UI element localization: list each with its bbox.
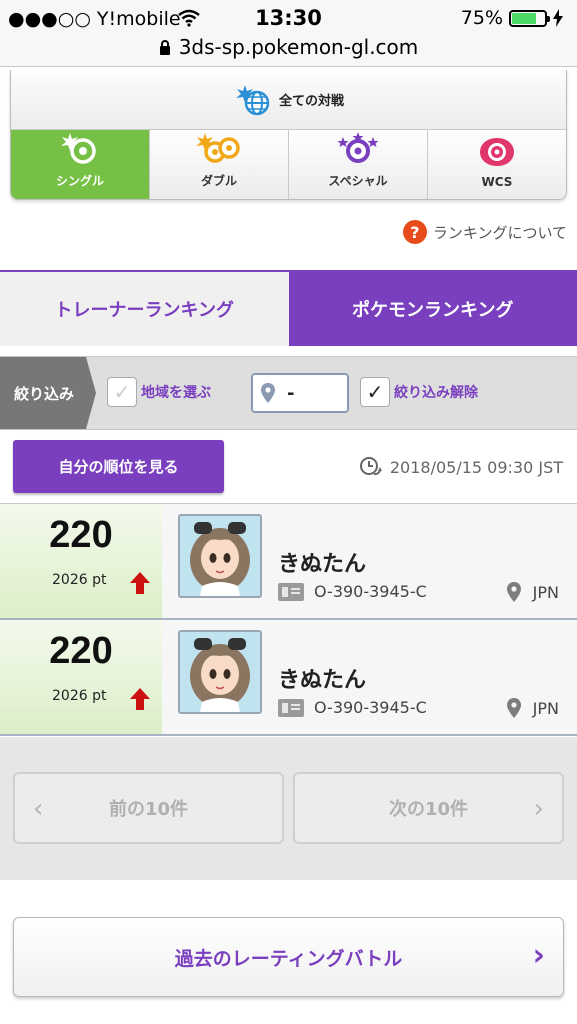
location-pin-icon (506, 582, 521, 602)
country-code: JPN (532, 698, 559, 718)
id-card-icon (278, 698, 304, 717)
tab-wcs-label: WCS (481, 175, 513, 189)
rank-up-arrow-icon (130, 688, 150, 710)
rank-cell: 220 2026 pt (0, 620, 162, 734)
tab-single[interactable]: シングル (11, 130, 150, 199)
trainer-id: O-390-3945-C (278, 582, 427, 601)
rank-number: 220 (49, 630, 113, 672)
url-text: 3ds-sp.pokemon-gl.com (178, 35, 419, 59)
chevron-right-icon: › (533, 794, 544, 824)
updated-timestamp: 2018/05/15 09:30 JST (358, 455, 563, 479)
ranking-tabs: トレーナーランキング ポケモンランキング (0, 270, 577, 346)
chevron-left-icon: ‹ (33, 794, 44, 824)
tab-special[interactable]: スペシャル (289, 130, 428, 199)
clear-filter-checkbox[interactable]: ✓ (360, 377, 390, 407)
special-battle-icon (337, 132, 379, 163)
view-own-rank-button[interactable]: 自分の順位を見る (13, 440, 224, 493)
ranking-row[interactable]: 220 2026 pt きぬたん O-390-3945-C JPN (0, 504, 577, 620)
battery-status: 75% (461, 7, 563, 29)
single-battle-icon (61, 133, 96, 164)
tab-double-label: ダブル (200, 174, 237, 188)
clear-filter-label[interactable]: 絞り込み解除 (394, 382, 478, 402)
tab-wcs[interactable]: WCS (428, 130, 566, 199)
location-pin-icon (261, 383, 275, 403)
rank-cell: 220 2026 pt (0, 504, 162, 618)
filter-label: 絞り込み (0, 357, 96, 429)
pagination: ‹ 前の10件 次の10件 › (0, 737, 577, 880)
id-card-icon (278, 582, 304, 601)
trainer-cell: きぬたん O-390-3945-C JPN (162, 620, 577, 734)
battery-percent: 75% (460, 7, 503, 29)
ranking-row[interactable]: 220 2026 pt きぬたん O-390-3945-C JPN (0, 620, 577, 736)
wcs-battle-icon (480, 138, 514, 166)
about-ranking-link[interactable]: ? ランキングについて (402, 220, 567, 244)
updated-time-label: 2018/05/15 09:30 JST (389, 457, 563, 477)
question-icon: ? (402, 220, 427, 244)
rank-points: 2026 pt (52, 572, 107, 588)
trainer-cell: きぬたん O-390-3945-C JPN (162, 504, 577, 618)
trainer-name: きぬたん (278, 668, 367, 693)
trainer-avatar (178, 630, 262, 714)
rank-points: 2026 pt (52, 688, 107, 704)
tab-pokemon-ranking[interactable]: ポケモンランキング (288, 272, 577, 346)
next-page-button[interactable]: 次の10件 › (293, 772, 564, 844)
chevron-right-icon: › (532, 938, 545, 973)
all-battles-button[interactable]: 全ての対戦 (11, 70, 566, 130)
tab-trainer-ranking[interactable]: トレーナーランキング (0, 272, 289, 346)
charging-icon (553, 9, 563, 27)
trainer-id-value: O-390-3945-C (314, 698, 427, 717)
rank-number: 220 (49, 514, 113, 556)
trainer-name: きぬたん (278, 552, 367, 577)
trainer-avatar (178, 514, 262, 598)
next-page-label: 次の10件 (388, 799, 469, 820)
trainer-country: JPN (506, 582, 559, 602)
region-value: - (287, 382, 295, 404)
battle-type-selector: 全ての対戦 シングル ダブル スペシャル WCS (10, 70, 567, 200)
region-checkbox[interactable]: ✓ (107, 377, 137, 407)
filter-bar: 絞り込み ✓ 地域を選ぶ - ✓ 絞り込み解除 (0, 356, 577, 430)
battery-icon (509, 9, 550, 27)
region-select[interactable]: - (251, 373, 349, 413)
about-ranking-label: ランキングについて (432, 223, 567, 242)
past-rating-battle-button[interactable]: 過去のレーティングバトル › (13, 917, 564, 997)
lock-icon (159, 40, 170, 55)
past-rating-battle-label: 過去のレーティングバトル (174, 947, 403, 970)
url-bar[interactable]: 3ds-sp.pokemon-gl.com (0, 33, 577, 67)
all-battles-label: 全ての対戦 (278, 94, 344, 109)
prev-page-button[interactable]: ‹ 前の10件 (13, 772, 284, 844)
country-code: JPN (532, 582, 559, 602)
tab-double[interactable]: ダブル (150, 130, 289, 199)
ranking-list: 220 2026 pt きぬたん O-390-3945-C JPN 220 20… (0, 503, 577, 736)
refresh-clock-icon (359, 457, 382, 476)
rank-up-arrow-icon (130, 572, 150, 594)
tab-single-label: シングル (55, 174, 104, 188)
trainer-country: JPN (506, 698, 559, 718)
globe-icon (235, 84, 270, 115)
trainer-id: O-390-3945-C (278, 698, 427, 717)
region-checkbox-label[interactable]: 地域を選ぶ (141, 382, 211, 402)
location-pin-icon (506, 698, 521, 718)
prev-page-label: 前の10件 (108, 799, 189, 820)
double-battle-icon (196, 133, 240, 163)
trainer-id-value: O-390-3945-C (314, 582, 427, 601)
tab-special-label: スペシャル (328, 174, 388, 188)
